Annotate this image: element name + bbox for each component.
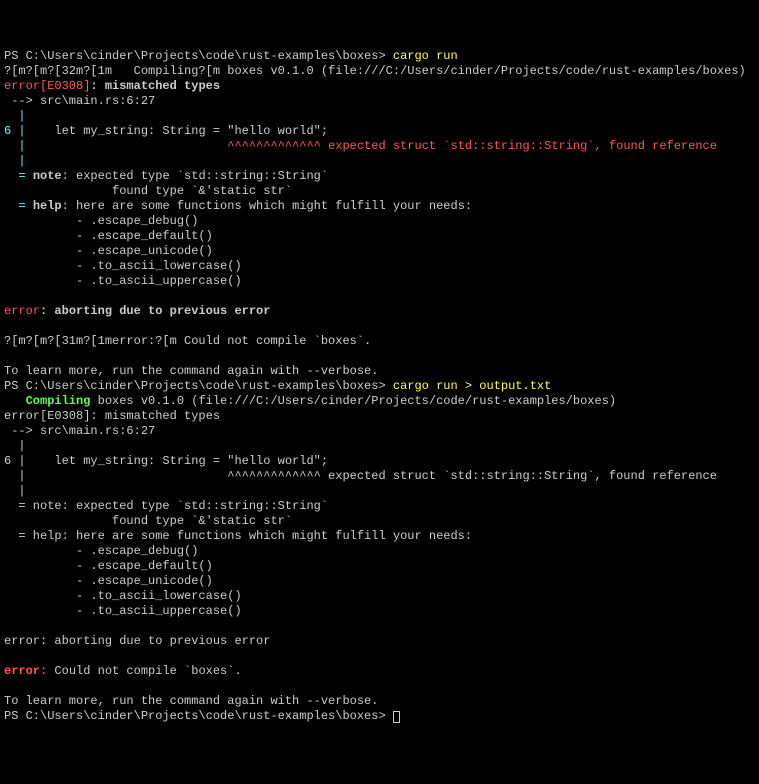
error-word: error:: [4, 664, 47, 678]
suggestion: - .escape_default(): [4, 559, 213, 573]
suggestion: - .escape_default(): [4, 229, 213, 243]
caret: ^^^^^^^^^^^^^: [227, 139, 321, 153]
error-location: --> src\main.rs:6:27: [4, 424, 155, 438]
note-line: = note: expected type `std::string::Stri…: [4, 499, 328, 513]
note-line2: found type `&'static str`: [4, 514, 292, 528]
terminal-output: PS C:\Users\cinder\Projects\code\rust-ex…: [4, 49, 755, 724]
gutter: |: [4, 469, 26, 483]
prompt-path: PS C:\Users\cinder\Projects\code\rust-ex…: [4, 49, 393, 63]
learn-more: To learn more, run the command again wit…: [4, 694, 378, 708]
suggestion: - .to_ascii_uppercase(): [4, 604, 242, 618]
suggestion: - .to_ascii_uppercase(): [4, 274, 242, 288]
command: cargo run: [393, 49, 458, 63]
error-code: error[E0308]: [4, 79, 90, 93]
learn-more: To learn more, run the command again wit…: [4, 364, 378, 378]
note-eq: =: [4, 199, 33, 213]
gutter: |: [4, 439, 26, 453]
error-title: : mismatched types: [90, 79, 220, 93]
ansi-garbled-line: ?[m?[m?[31m?[1merror:?[m Could not compi…: [4, 334, 371, 348]
compiling-target: boxes v0.1.0 (file:///C:/Users/cinder/Pr…: [90, 394, 616, 408]
source-line: let my_string: String = "hello world";: [26, 454, 328, 468]
error-line: error[E0308]: mismatched types: [4, 409, 220, 423]
abort-line: error: aborting due to previous error: [4, 634, 270, 648]
help-label: help: [33, 199, 62, 213]
suggestion: - .to_ascii_lowercase(): [4, 259, 242, 273]
caret-line: ^^^^^^^^^^^^^ expected struct `std::stri…: [26, 469, 717, 483]
suggestion: - .escape_debug(): [4, 544, 198, 558]
source-line: let my_string: String = "hello world";: [26, 124, 328, 138]
note-text2: found type `&'static str`: [4, 184, 292, 198]
abort-msg: : aborting due to previous error: [40, 304, 270, 318]
note-label: note: [33, 169, 62, 183]
compiling-label: Compiling: [4, 394, 90, 408]
command: cargo run > output.txt: [393, 379, 551, 393]
gutter-line: 6 |: [4, 454, 26, 468]
gutter: |: [4, 109, 26, 123]
cursor[interactable]: [393, 711, 400, 723]
error-location: --> src\main.rs:6:27: [4, 94, 155, 108]
gutter: |: [4, 154, 26, 168]
gutter: |: [4, 484, 26, 498]
suggestion: - .to_ascii_lowercase(): [4, 589, 242, 603]
ansi-garbled-line: ?[m?[m?[32m?[1m Compiling?[m boxes v0.1.…: [4, 64, 746, 78]
help-line: = help: here are some functions which mi…: [4, 529, 472, 543]
gutter: |: [4, 139, 26, 153]
note-eq: =: [4, 169, 33, 183]
caret-msg: expected struct `std::string::String`, f…: [321, 139, 717, 153]
gutter: |: [11, 124, 25, 138]
note-text: : expected type `std::string::String`: [62, 169, 328, 183]
prompt-path: PS C:\Users\cinder\Projects\code\rust-ex…: [4, 709, 393, 723]
help-text: : here are some functions which might fu…: [62, 199, 472, 213]
caret-pad: [26, 139, 228, 153]
prompt-path: PS C:\Users\cinder\Projects\code\rust-ex…: [4, 379, 393, 393]
final-msg: Could not compile `boxes`.: [47, 664, 241, 678]
error-word: error: [4, 304, 40, 318]
suggestion: - .escape_unicode(): [4, 574, 213, 588]
suggestion: - .escape_unicode(): [4, 244, 213, 258]
suggestion: - .escape_debug(): [4, 214, 198, 228]
